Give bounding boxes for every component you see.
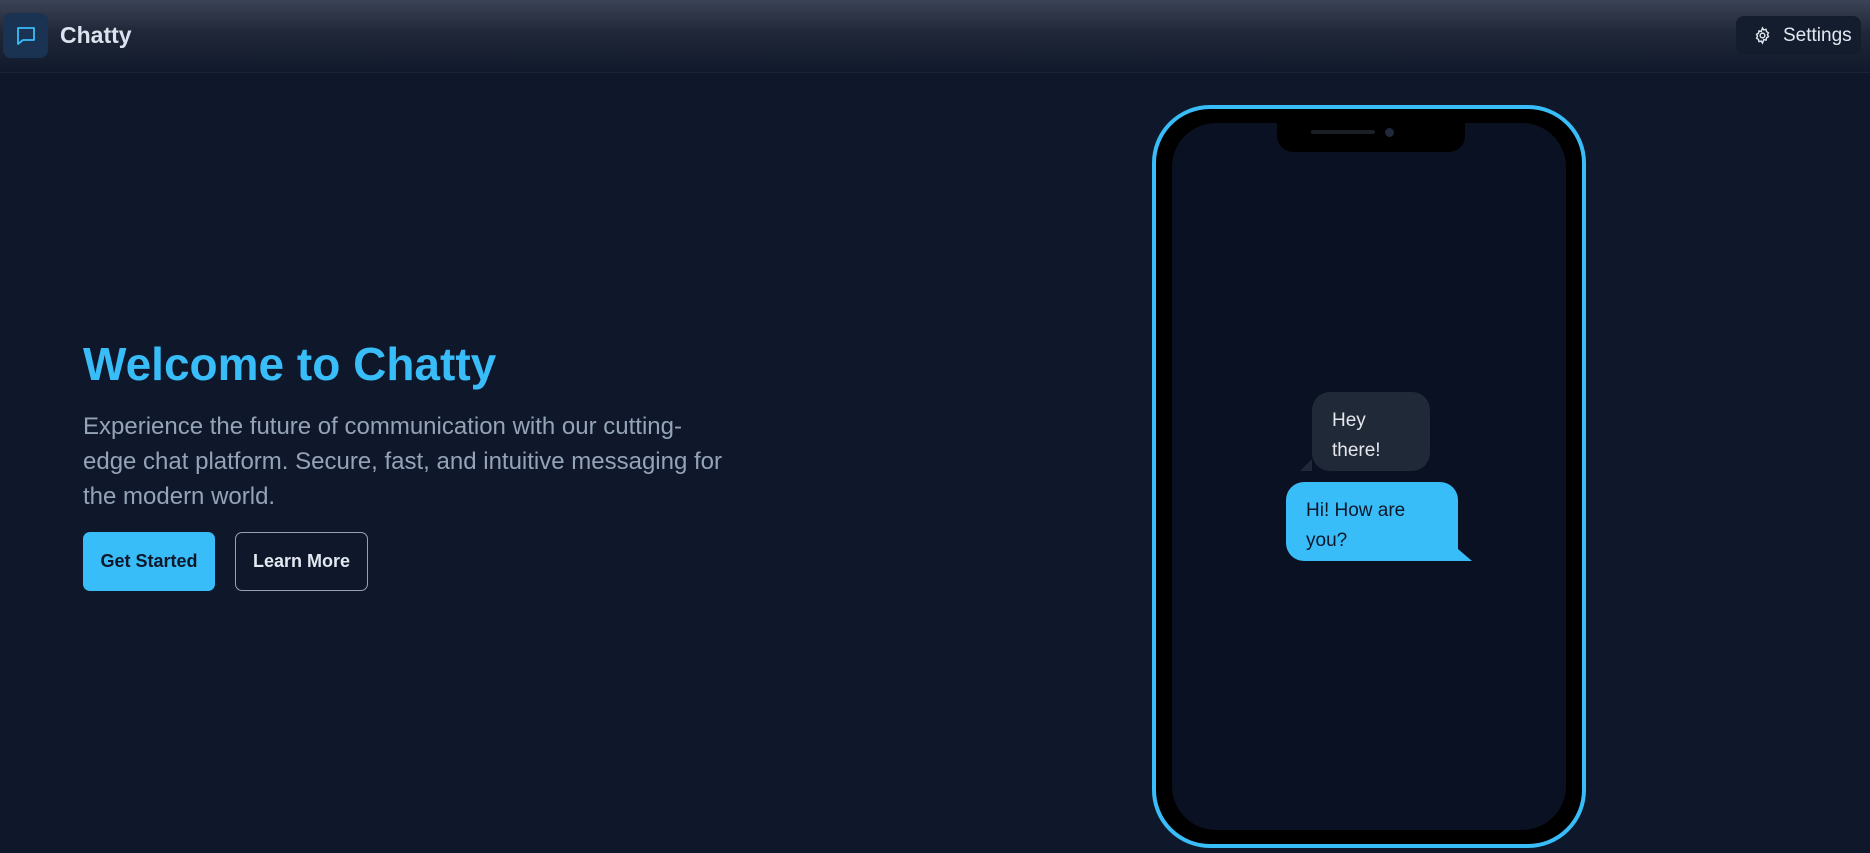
settings-label: Settings bbox=[1783, 24, 1852, 46]
top-navbar: Chatty Settings bbox=[0, 0, 1870, 73]
incoming-message-bubble: Hey there! bbox=[1300, 392, 1430, 471]
hero-subtitle: Experience the future of communication w… bbox=[83, 413, 723, 510]
speaker-grille bbox=[1311, 130, 1375, 134]
logo-button[interactable] bbox=[3, 13, 48, 58]
phone-screen bbox=[1172, 123, 1566, 830]
settings-button[interactable]: Settings bbox=[1736, 16, 1861, 55]
gear-icon bbox=[1755, 26, 1770, 45]
brand-name: Chatty bbox=[60, 22, 132, 48]
get-started-button[interactable]: Get Started bbox=[83, 532, 215, 591]
chat-bubble-icon bbox=[16, 26, 35, 45]
learn-more-button[interactable]: Learn More bbox=[235, 532, 368, 591]
hero-title: Welcome to Chatty bbox=[83, 338, 497, 390]
camera-icon bbox=[1385, 128, 1394, 137]
outgoing-message-bubble: Hi! How are you? bbox=[1286, 482, 1472, 561]
phone-notch bbox=[1277, 119, 1465, 152]
phone-mockup bbox=[1152, 105, 1586, 848]
